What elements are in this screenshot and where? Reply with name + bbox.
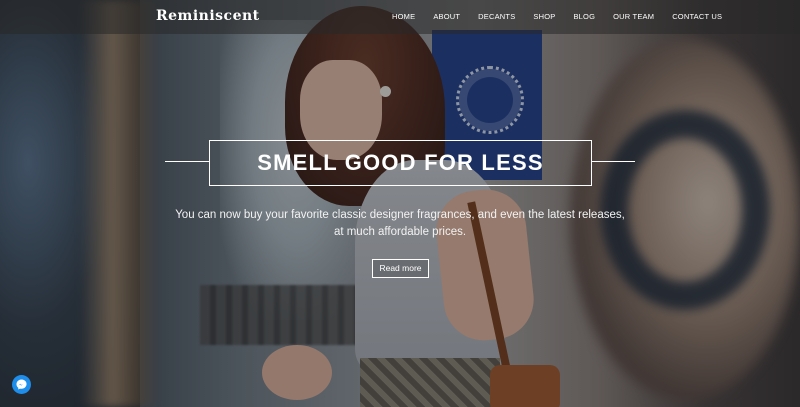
hero-frame-top [209,140,592,141]
read-more-button[interactable]: Read more [372,259,429,278]
messenger-chat-button[interactable] [12,375,31,394]
nav-item-contact-us[interactable]: CONTACT US [672,12,722,21]
nav-item-home[interactable]: HOME [392,12,415,21]
nav-item-decants[interactable]: DECANTS [478,12,515,21]
hero-overlay [0,0,800,407]
hero-title-line-left [165,161,209,162]
nav-item-about[interactable]: ABOUT [433,12,460,21]
hero-title: SMELL GOOD FOR LESS [257,150,544,175]
hero-subtitle: You can now buy your favorite classic de… [175,209,625,238]
messenger-icon [16,379,27,390]
main-nav: HOME ABOUT DECANTS SHOP BLOG OUR TEAM CO… [392,12,722,21]
site-header: Reminiscent HOME ABOUT DECANTS SHOP BLOG… [0,0,800,34]
hero-frame-bottom [209,185,592,186]
site-logo[interactable]: Reminiscent [156,8,260,24]
nav-item-our-team[interactable]: OUR TEAM [613,12,654,21]
nav-item-blog[interactable]: BLOG [573,12,595,21]
hero-title-line-right [592,161,635,162]
nav-item-shop[interactable]: SHOP [533,12,555,21]
